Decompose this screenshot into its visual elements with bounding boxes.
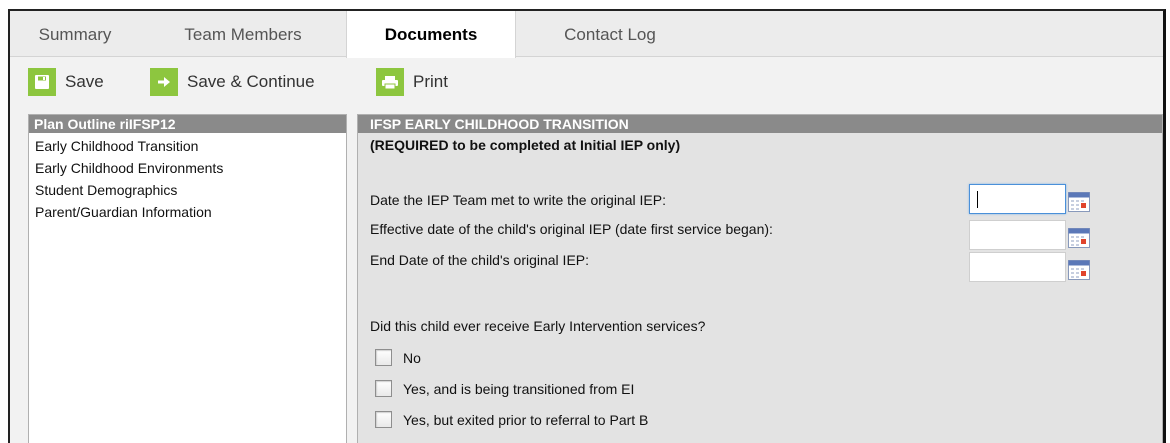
print-icon (376, 68, 404, 96)
form-panel: IFSP EARLY CHILDHOOD TRANSITION (REQUIRE… (357, 114, 1163, 443)
team-met-date-input[interactable] (969, 184, 1066, 214)
print-button[interactable]: Print (376, 68, 448, 96)
form-subtitle: (REQUIRED to be completed at Initial IEP… (370, 137, 681, 153)
outline-item-parent-guardian-information[interactable]: Parent/Guardian Information (29, 201, 346, 223)
tab-team-members[interactable]: Team Members (140, 11, 346, 57)
outline-item-student-demographics[interactable]: Student Demographics (29, 179, 346, 201)
tab-bar: Summary Team Members Documents Contact L… (10, 11, 1163, 58)
form-title: IFSP EARLY CHILDHOOD TRANSITION (358, 115, 1162, 133)
toolbar: Save Save & Continue Print (10, 58, 1163, 104)
plan-outline-panel: Plan Outline riIFSP12 Early Childhood Tr… (28, 114, 347, 443)
tab-summary[interactable]: Summary (10, 11, 140, 57)
effective-date-input[interactable] (969, 220, 1066, 250)
checkbox[interactable] (375, 349, 392, 366)
checkbox[interactable] (375, 380, 392, 397)
calendar-icon[interactable] (1068, 260, 1090, 280)
option-label: Yes, but exited prior to referral to Par… (403, 411, 649, 428)
print-label: Print (413, 72, 448, 91)
option-label: No (403, 349, 421, 366)
calendar-icon[interactable] (1068, 228, 1090, 248)
save-label: Save (65, 72, 104, 91)
checkbox[interactable] (375, 411, 392, 428)
ei-services-question: Did this child ever receive Early Interv… (370, 318, 706, 334)
end-date-input[interactable] (969, 252, 1066, 282)
arrow-right-icon (150, 68, 178, 96)
tab-contact-log[interactable]: Contact Log (516, 11, 704, 57)
outline-item-early-childhood-environments[interactable]: Early Childhood Environments (29, 157, 346, 179)
tab-documents[interactable]: Documents (346, 11, 516, 58)
option-no[interactable]: No (375, 349, 421, 366)
option-yes-exited[interactable]: Yes, but exited prior to referral to Par… (375, 411, 648, 428)
save-icon (28, 68, 56, 96)
window-top-margin (0, 0, 1170, 9)
calendar-icon[interactable] (1068, 192, 1090, 212)
save-continue-button[interactable]: Save & Continue (150, 68, 315, 96)
option-yes-transitioned[interactable]: Yes, and is being transitioned from EI (375, 380, 634, 397)
field-label-team-met-date: Date the IEP Team met to write the origi… (370, 192, 666, 208)
field-label-end-date: End Date of the child's original IEP: (370, 252, 590, 268)
option-label: Yes, and is being transitioned from EI (403, 380, 635, 397)
app-frame: Summary Team Members Documents Contact L… (8, 9, 1166, 443)
plan-outline-title: Plan Outline riIFSP12 (29, 115, 346, 133)
outline-item-early-childhood-transition[interactable]: Early Childhood Transition (29, 135, 346, 157)
text-caret (977, 191, 978, 208)
save-continue-label: Save & Continue (187, 72, 315, 91)
field-label-effective-date: Effective date of the child's original I… (370, 221, 773, 237)
save-button[interactable]: Save (28, 68, 104, 96)
